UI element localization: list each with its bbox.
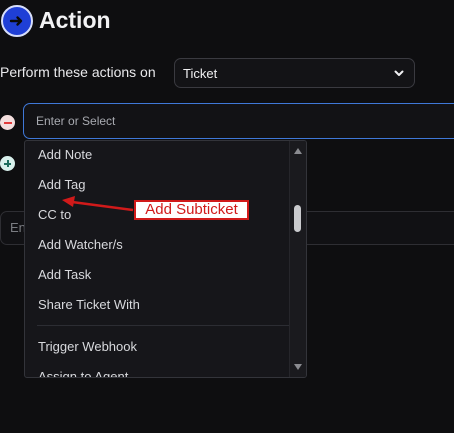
annotation-callout: Add Subticket (134, 200, 249, 220)
